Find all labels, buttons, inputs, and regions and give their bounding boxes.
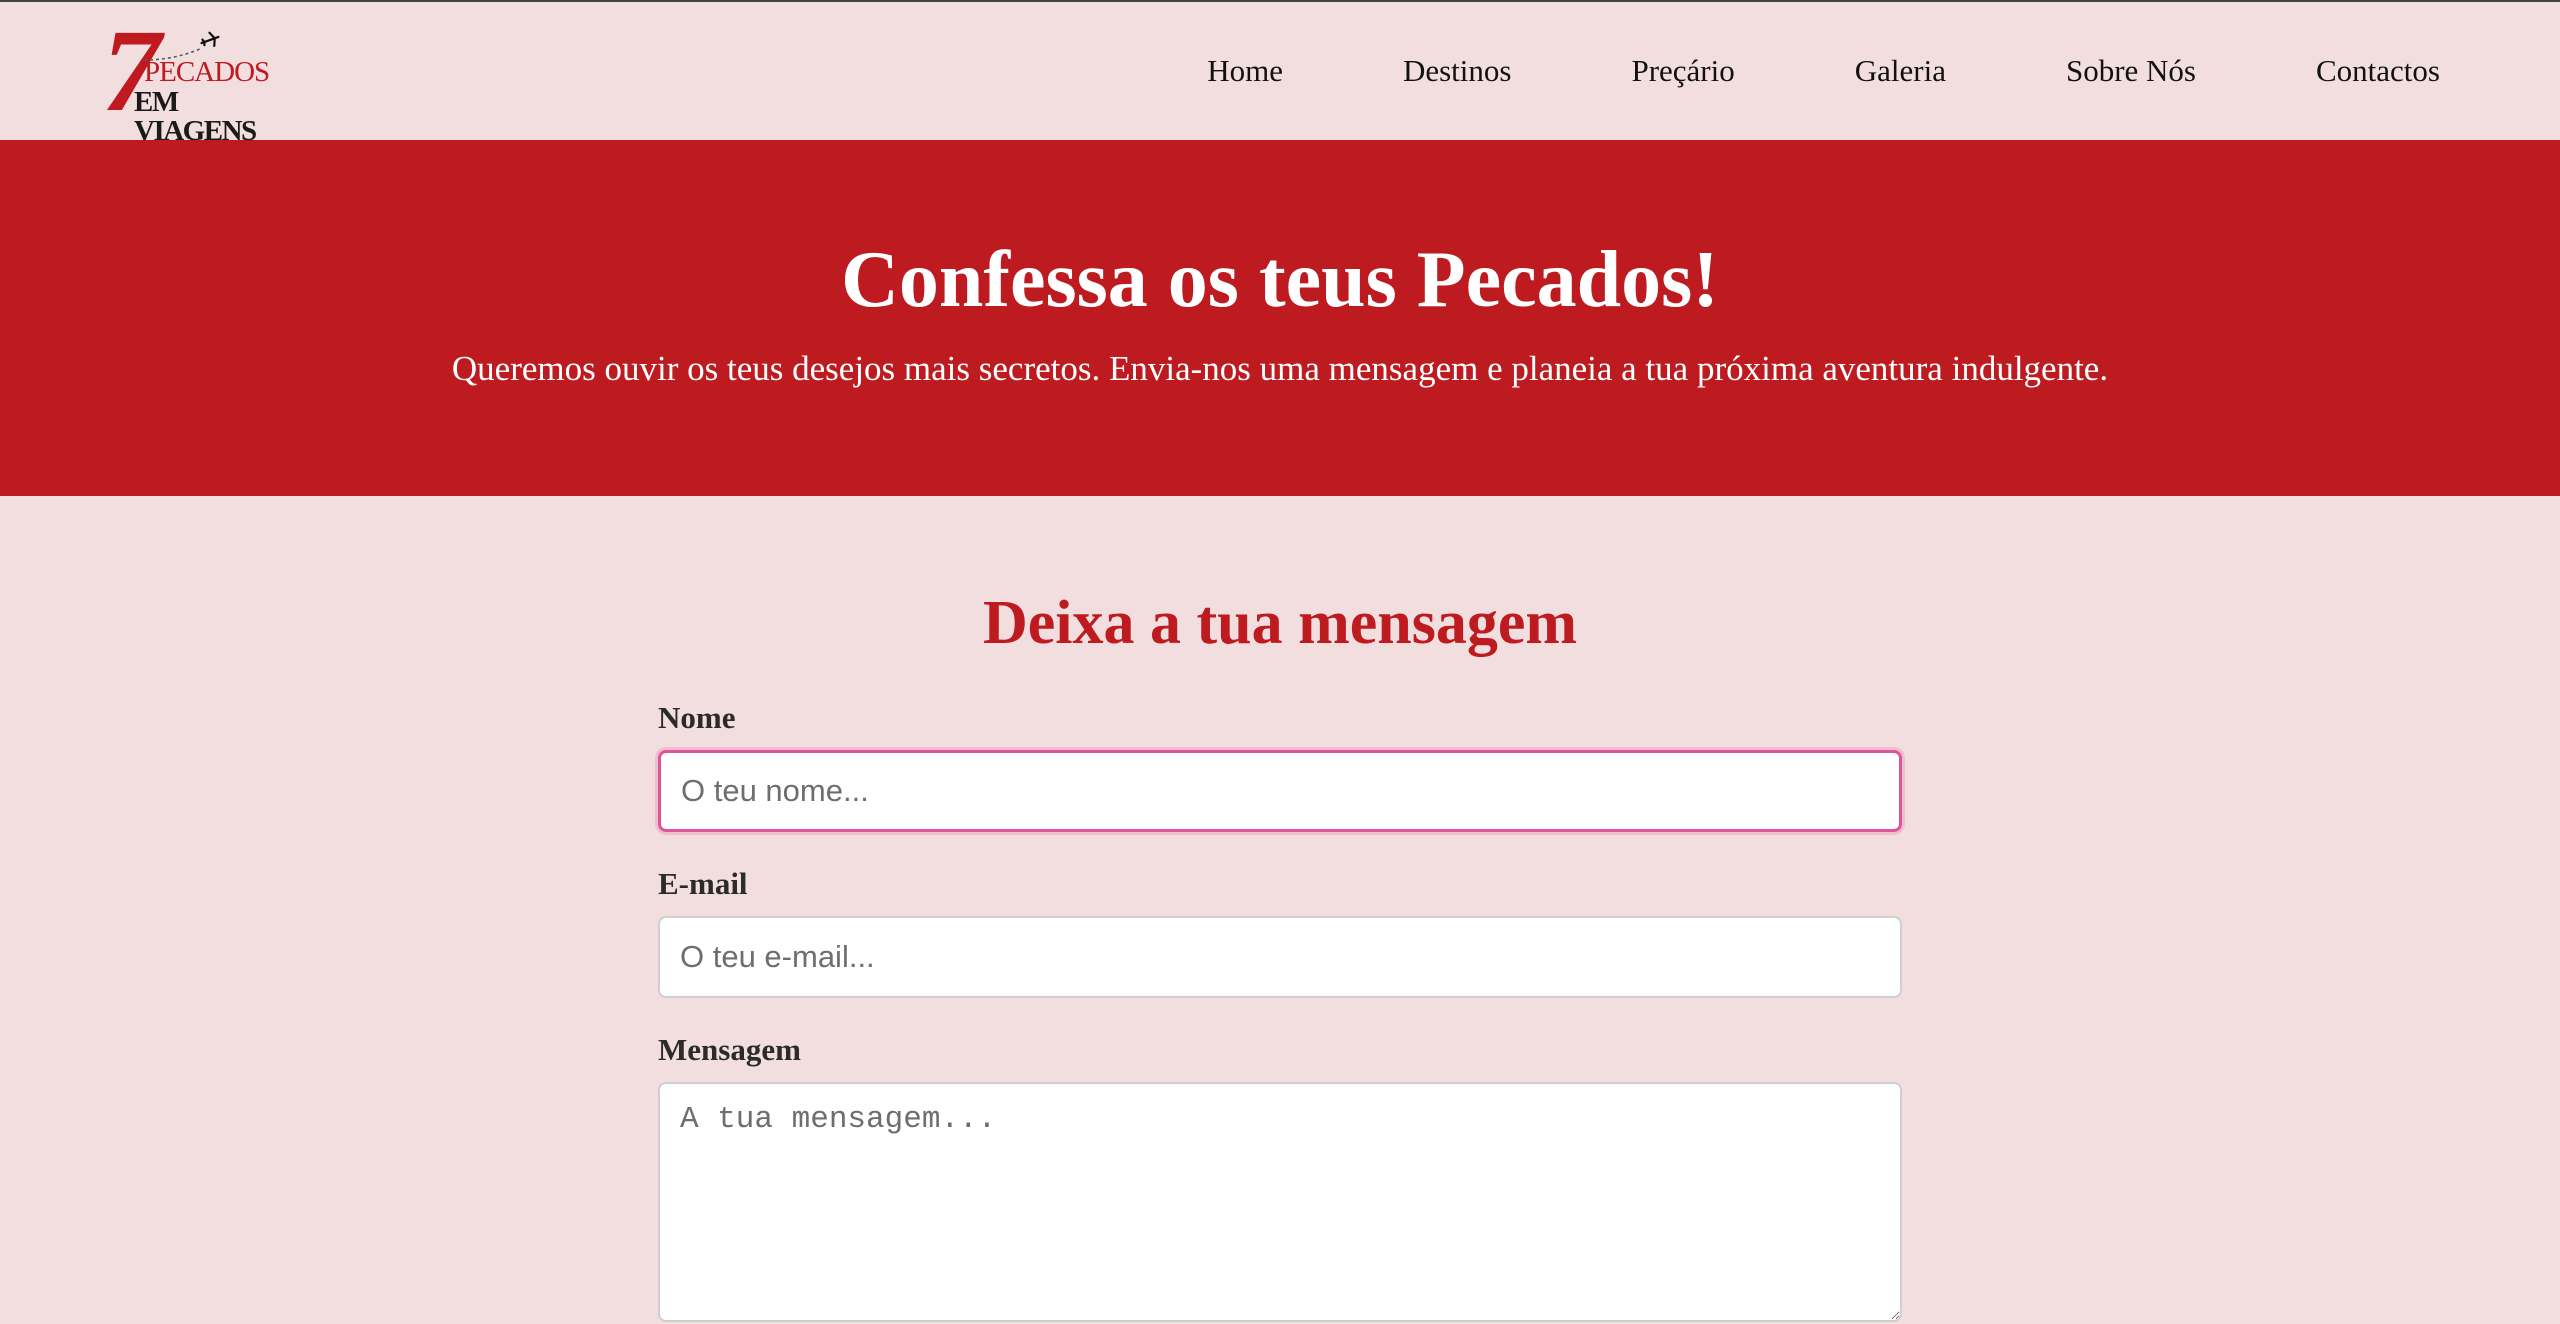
nav-link-sobre-nos[interactable]: Sobre Nós bbox=[2066, 53, 2196, 89]
nav-link-contactos[interactable]: Contactos bbox=[2316, 53, 2440, 89]
main-nav: Home Destinos Preçário Galeria Sobre Nós… bbox=[1207, 53, 2440, 89]
logo-line-1: PECADOS bbox=[144, 56, 270, 88]
nav-link-precario[interactable]: Preçário bbox=[1631, 53, 1734, 89]
email-input[interactable] bbox=[658, 916, 1902, 998]
email-label: E-mail bbox=[658, 866, 748, 901]
site-logo[interactable]: 7 PECADOS EM VIAGENS bbox=[100, 12, 300, 146]
message-label: Mensagem bbox=[658, 1032, 801, 1067]
page: 7 PECADOS EM VIAGENS Home Destinos Preçá… bbox=[0, 0, 2560, 1324]
nav-link-galeria[interactable]: Galeria bbox=[1855, 53, 1946, 89]
logo-line-2: EM VIAGENS bbox=[134, 86, 257, 147]
contact-form: Nome E-mail Mensagem bbox=[658, 700, 1902, 1322]
hero-title: Confessa os teus Pecados! bbox=[841, 236, 1719, 324]
contact-form-section: Deixa a tua mensagem Nome E-mail Mensage… bbox=[658, 496, 1902, 1322]
name-field-group: Nome bbox=[658, 700, 1902, 832]
nav-link-home[interactable]: Home bbox=[1207, 53, 1283, 89]
nav-link-destinos[interactable]: Destinos bbox=[1403, 53, 1512, 89]
name-label: Nome bbox=[658, 700, 736, 735]
hero-subtitle: Queremos ouvir os teus desejos mais secr… bbox=[451, 349, 2109, 388]
site-header: 7 PECADOS EM VIAGENS Home Destinos Preçá… bbox=[0, 2, 2560, 146]
form-title: Deixa a tua mensagem bbox=[982, 589, 1578, 657]
email-field-group: E-mail bbox=[658, 866, 1902, 998]
hero-banner: Confessa os teus Pecados! Queremos ouvir… bbox=[0, 140, 2560, 496]
name-input[interactable] bbox=[658, 750, 1902, 832]
message-textarea[interactable] bbox=[658, 1082, 1902, 1322]
message-field-group: Mensagem bbox=[658, 1032, 1902, 1322]
